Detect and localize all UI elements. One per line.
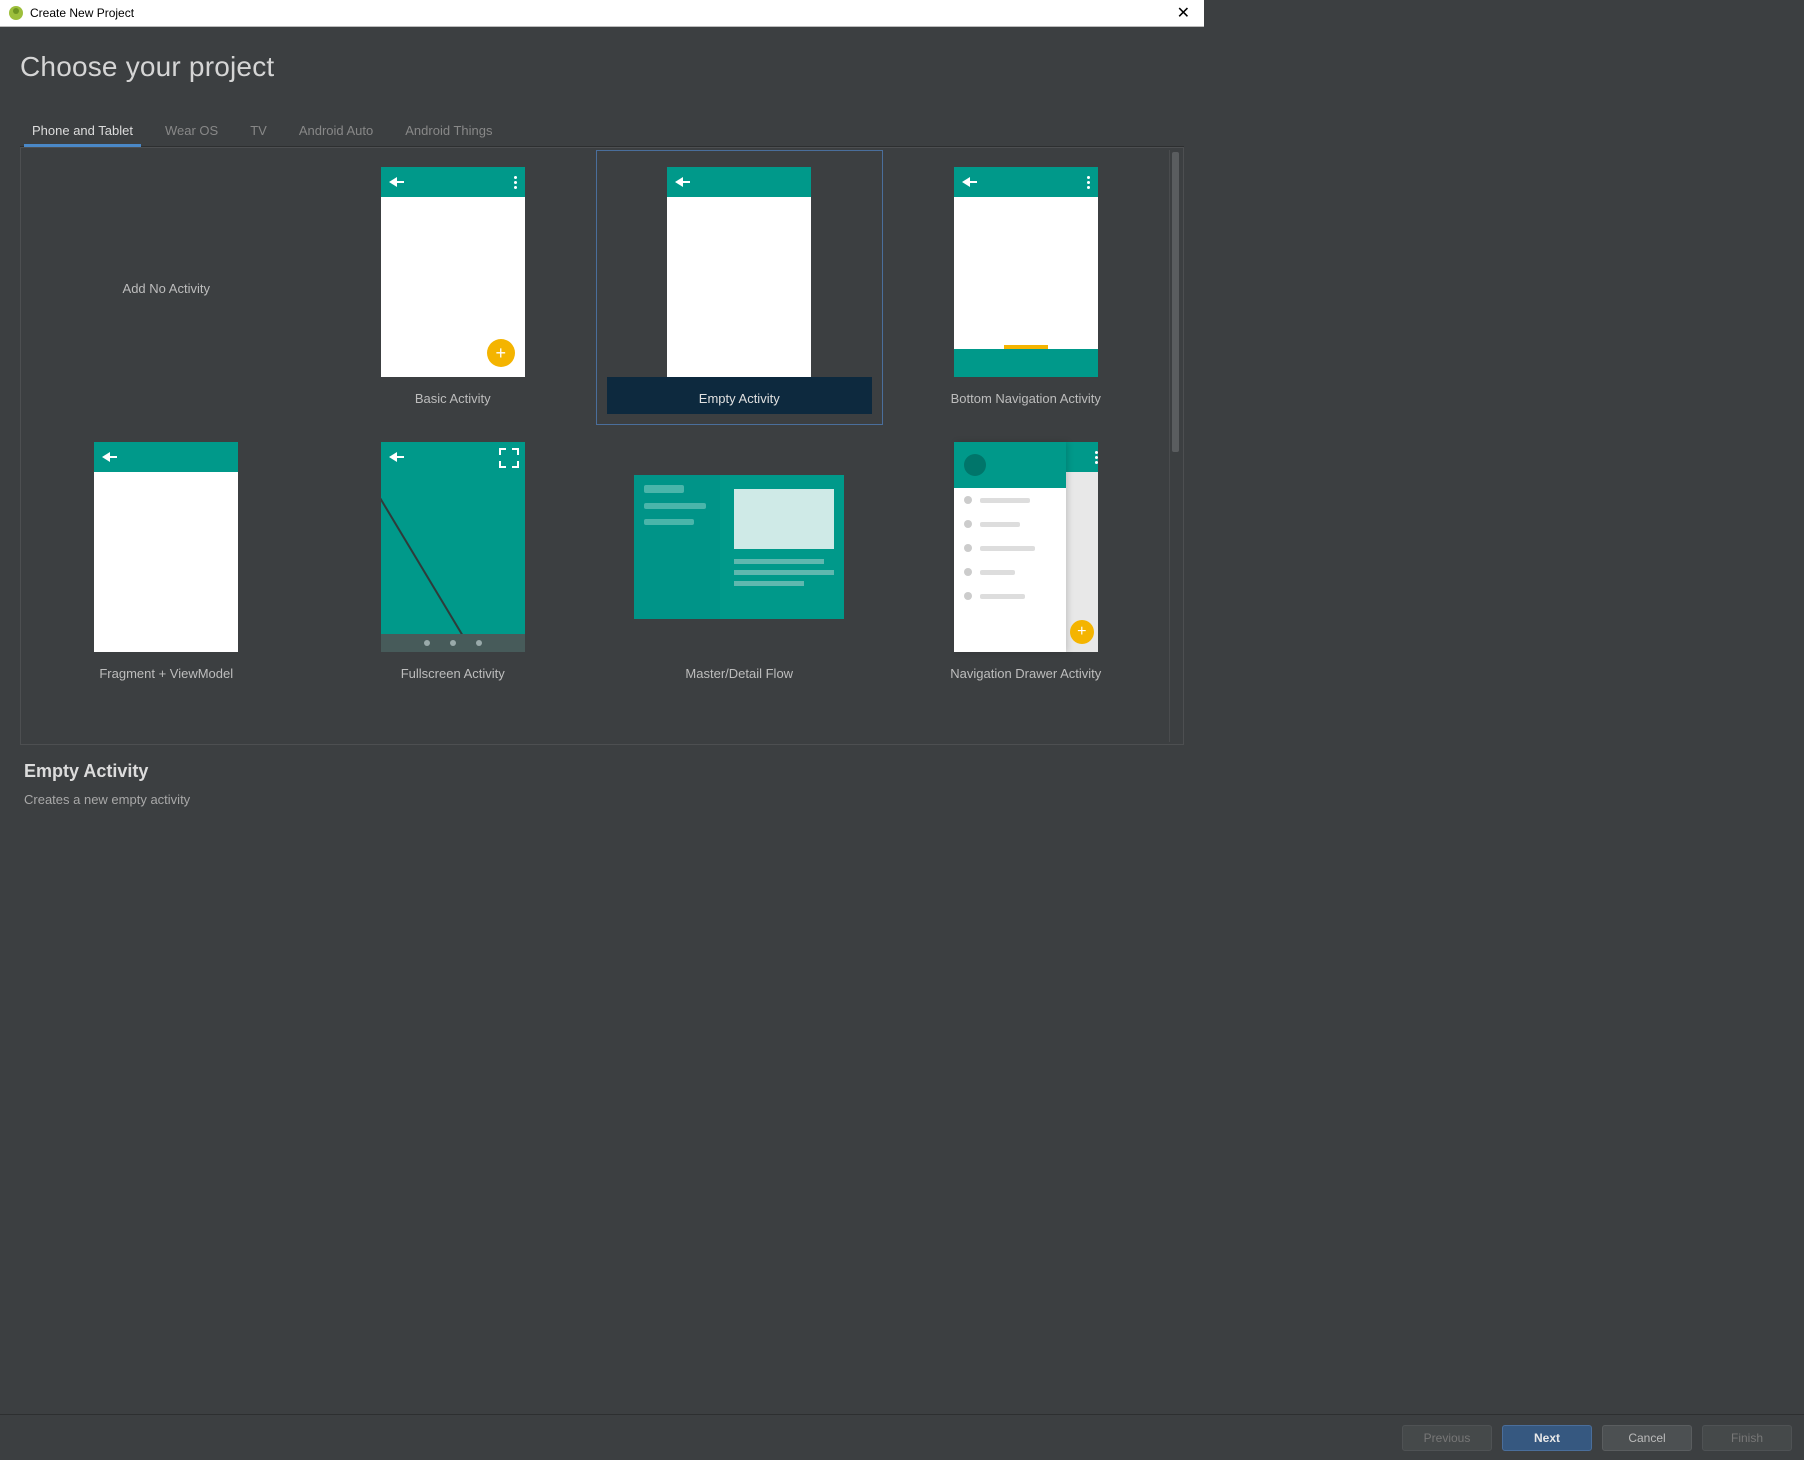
thumbnail-empty-activity [667,167,811,377]
tab-android-auto[interactable]: Android Auto [297,117,375,146]
systembar-icon [381,634,525,652]
template-label: Fullscreen Activity [321,652,586,689]
more-icon [1087,176,1090,189]
template-label: Basic Activity [321,377,586,414]
more-icon [514,176,517,189]
template-label: Navigation Drawer Activity [894,652,1159,689]
back-arrow-icon [102,452,110,462]
tab-tv[interactable]: TV [248,117,269,146]
android-studio-icon [8,5,24,21]
appbar-more-icon [1066,442,1098,472]
template-label: Empty Activity [607,377,872,414]
tab-android-things[interactable]: Android Things [403,117,494,146]
template-fragment-viewmodel[interactable]: Fragment + ViewModel [23,425,310,700]
back-arrow-icon [675,177,683,187]
page-title: Choose your project [20,51,1184,83]
scrollbar[interactable] [1169,150,1181,742]
thumbnail-fragment-viewmodel [94,442,238,652]
close-icon[interactable]: ✕ [1171,3,1196,23]
template-bottom-navigation-activity[interactable]: Bottom Navigation Activity [883,150,1170,425]
footer: Previous Next Cancel Finish [0,1414,1804,1460]
tab-phone-and-tablet[interactable]: Phone and Tablet [30,117,135,146]
fullscreen-icon [499,448,519,468]
avatar-icon [964,454,986,476]
template-master-detail-flow[interactable]: Master/Detail Flow [596,425,883,700]
window-title: Create New Project [30,6,134,20]
selection-text: Creates a new empty activity [24,792,1180,807]
back-arrow-icon [389,177,397,187]
template-basic-activity[interactable]: + Basic Activity [310,150,597,425]
previous-button: Previous [1402,1425,1492,1451]
thumbnail-navigation-drawer: + [954,442,1098,652]
thumbnail-fullscreen [381,442,525,652]
back-arrow-icon [389,452,397,462]
template-add-no-activity[interactable]: Add No Activity [23,150,310,425]
selection-description: Empty Activity Creates a new empty activ… [20,745,1184,807]
cancel-button[interactable]: Cancel [1602,1425,1692,1451]
template-label: Fragment + ViewModel [34,652,299,689]
back-arrow-icon [962,177,970,187]
thumbnail-basic-activity: + [381,167,525,377]
next-button[interactable]: Next [1502,1425,1592,1451]
template-label: Master/Detail Flow [607,652,872,689]
tab-wear-os[interactable]: Wear OS [163,117,220,146]
template-navigation-drawer-activity[interactable]: + Navigation Drawer Activity [883,425,1170,700]
template-empty-activity[interactable]: Empty Activity [596,150,883,425]
template-fullscreen-activity[interactable]: Fullscreen Activity [310,425,597,700]
titlebar: Create New Project ✕ [0,0,1204,27]
template-label: Bottom Navigation Activity [894,377,1159,414]
thumbnail-bottom-navigation [954,167,1098,377]
tabs: Phone and Tablet Wear OS TV Android Auto… [20,117,1184,147]
template-gallery: Add No Activity + Basic Activity [20,147,1184,745]
template-label: Add No Activity [34,267,299,304]
bottom-nav-bar-icon [954,349,1098,377]
selection-title: Empty Activity [24,761,1180,782]
scrollbar-thumb[interactable] [1172,152,1179,452]
fab-icon: + [487,339,515,367]
thumbnail-master-detail [634,475,844,619]
finish-button: Finish [1702,1425,1792,1451]
fab-icon: + [1070,620,1094,644]
